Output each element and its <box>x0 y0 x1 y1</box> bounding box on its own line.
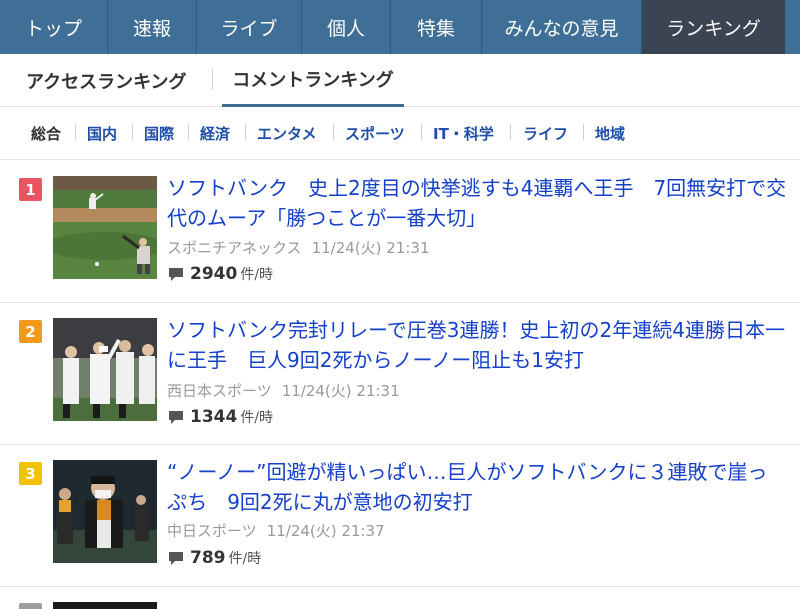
nav-item-features[interactable]: 特集 <box>391 0 482 54</box>
comment-unit: 件/時 <box>240 410 274 426</box>
article-meta: スポニチアネックス 11/24(火) 21:31 <box>167 237 430 258</box>
comment-number: 1344 <box>190 407 238 427</box>
tab-comment-ranking[interactable]: コメントランキング <box>222 54 404 107</box>
tab-access-ranking[interactable]: アクセスランキング <box>26 54 187 107</box>
category-economy[interactable]: 経済 <box>200 107 230 160</box>
baseball-pitch-photo-icon <box>53 176 157 279</box>
category-international[interactable]: 国際 <box>144 107 174 160</box>
article-date: 11/24(火) 21:31 <box>311 239 430 257</box>
category-divider <box>245 124 246 140</box>
comment-icon <box>169 267 183 281</box>
ranking-tabs: アクセスランキング コメントランキング <box>0 54 800 107</box>
category-bar: 総合 国内 国際 経済 エンタメ スポーツ IT・科学 ライフ 地域 <box>0 107 800 160</box>
nav-item-ranking[interactable]: ランキング <box>642 0 785 54</box>
category-divider <box>333 124 334 140</box>
category-local[interactable]: 地域 <box>595 107 625 160</box>
team-celebration-photo-icon <box>53 318 157 421</box>
article-thumbnail[interactable] <box>53 176 157 279</box>
category-sports[interactable]: スポーツ <box>345 107 405 160</box>
rank-badge: 2 <box>19 320 42 343</box>
article-title-link[interactable]: ソフトバンク完封リレーで圧巻3連勝！史上初の2年連続4連勝日本一に王手 巨人9回… <box>167 315 787 375</box>
article-title-link[interactable]: “ノーノー”回避が精いっぱい…巨人がソフトバンクに３連敗で崖っぷち 9回2死に丸… <box>167 457 787 517</box>
article-date: 11/24(火) 21:37 <box>266 522 385 540</box>
article-thumbnail[interactable] <box>53 318 157 421</box>
rank-badge-partial <box>19 603 42 609</box>
nav-item-opinions[interactable]: みんなの意見 <box>482 0 642 54</box>
nav-item-top[interactable]: トップ <box>0 0 108 54</box>
comment-icon <box>169 551 183 565</box>
ranking-item[interactable]: 1 ソフトバンク 史上2度目の快挙逃すも4連覇へ王手 7回無安打で交代のムーア「… <box>0 160 800 303</box>
article-date: 11/24(火) 21:31 <box>281 382 400 400</box>
comment-count[interactable]: 1344 件/時 <box>168 407 273 427</box>
comment-unit: 件/時 <box>228 551 262 567</box>
category-domestic[interactable]: 国内 <box>87 107 117 160</box>
article-title-link[interactable]: ソフトバンク 史上2度目の快挙逃すも4連覇へ王手 7回無安打で交代のムーア「勝つ… <box>167 173 787 233</box>
category-divider <box>421 124 422 140</box>
comment-count[interactable]: 789 件/時 <box>168 548 261 568</box>
comment-count[interactable]: 2940 件/時 <box>168 264 273 284</box>
global-nav: トップ 速報 ライブ 個人 特集 みんなの意見 ランキング <box>0 0 800 54</box>
category-divider <box>75 124 76 140</box>
nav-item-live[interactable]: ライブ <box>197 0 302 54</box>
article-source: 西日本スポーツ <box>167 382 272 400</box>
comment-unit: 件/時 <box>240 267 274 283</box>
comment-icon <box>169 410 183 424</box>
category-divider <box>188 124 189 140</box>
nav-item-personal[interactable]: 個人 <box>302 0 391 54</box>
comment-number: 789 <box>190 548 226 568</box>
ranking-item[interactable]: 3 “ノーノー”回避が精いっぱい…巨人がソフトバンクに３連敗で崖っぷち 9回2死… <box>0 445 800 587</box>
category-entertainment[interactable]: エンタメ <box>257 107 317 160</box>
rank-badge: 1 <box>19 178 42 201</box>
category-life[interactable]: ライフ <box>523 107 568 160</box>
tab-divider <box>212 68 213 90</box>
comment-number: 2940 <box>190 264 238 284</box>
category-it-science[interactable]: IT・科学 <box>433 107 494 160</box>
article-thumbnail[interactable] <box>53 460 157 563</box>
ranking-item[interactable]: 2 ソフトバンク完封リレーで圧巻3連勝！史上初の2年連続4連勝日本一に王手 巨人… <box>0 303 800 445</box>
article-meta: 西日本スポーツ 11/24(火) 21:31 <box>167 380 400 401</box>
category-general[interactable]: 総合 <box>31 107 61 160</box>
nav-item-breaking[interactable]: 速報 <box>108 0 197 54</box>
rank-badge: 3 <box>19 462 42 485</box>
article-thumbnail-partial[interactable] <box>53 602 157 609</box>
category-divider <box>583 124 584 140</box>
category-divider <box>132 124 133 140</box>
article-source: 中日スポーツ <box>167 522 257 540</box>
article-source: スポニチアネックス <box>167 239 302 257</box>
article-meta: 中日スポーツ 11/24(火) 21:37 <box>167 520 385 541</box>
manager-photo-icon <box>53 460 157 563</box>
category-divider <box>510 124 511 140</box>
